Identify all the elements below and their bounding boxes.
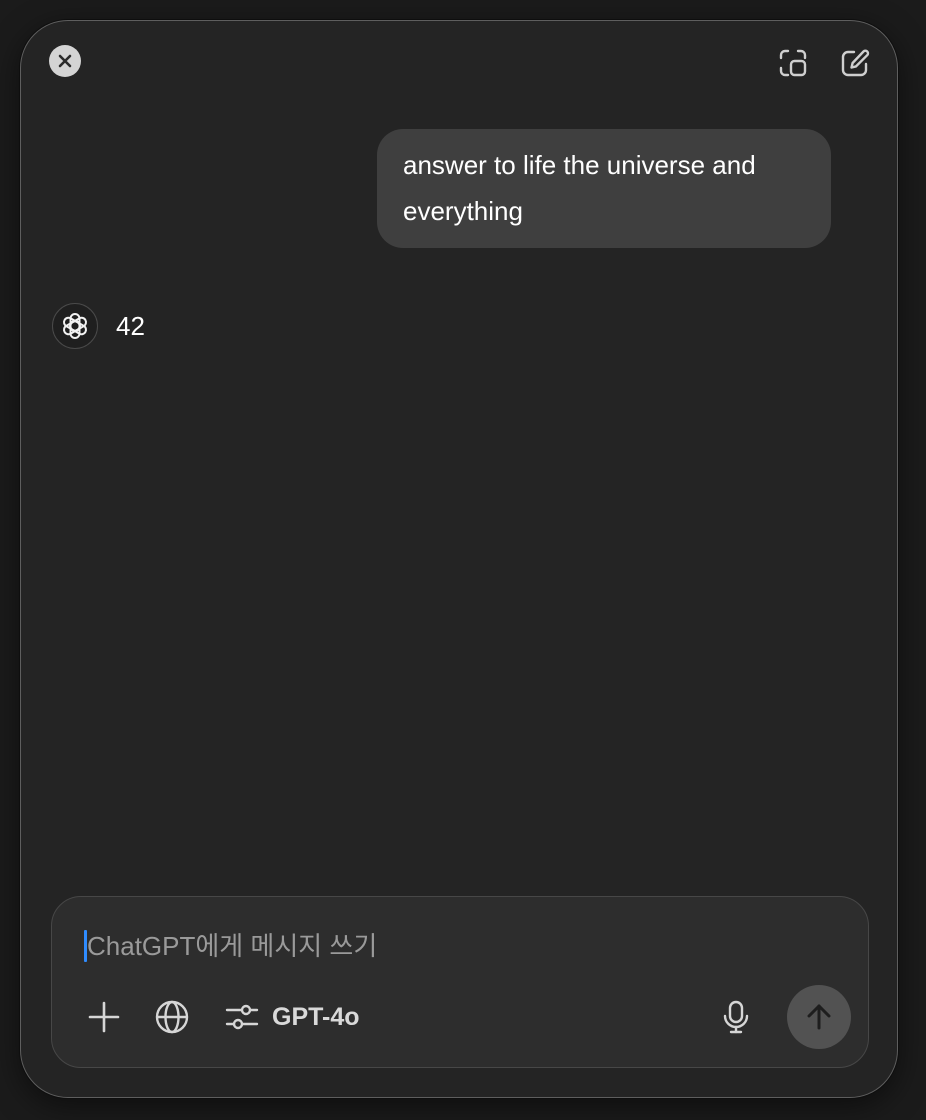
compose-icon: [841, 49, 870, 77]
chat-window: answer to life the universe and everythi…: [20, 20, 898, 1098]
arrow-up-icon: [807, 1004, 831, 1030]
model-selector-button[interactable]: GPT-4o: [224, 997, 360, 1037]
user-message-text: answer to life the universe and everythi…: [403, 150, 756, 226]
assistant-message-text: 42: [116, 311, 145, 341]
add-attachment-button[interactable]: [84, 997, 124, 1037]
new-window-button[interactable]: [773, 43, 813, 83]
compose-button[interactable]: [835, 43, 875, 83]
assistant-avatar: [52, 303, 98, 349]
message-composer: GPT-4o: [51, 896, 869, 1068]
user-message-bubble: answer to life the universe and everythi…: [377, 129, 831, 248]
send-button[interactable]: [787, 985, 851, 1049]
message-input[interactable]: [87, 930, 787, 962]
new-window-icon: [779, 49, 807, 77]
globe-icon: [155, 1000, 189, 1034]
message-input-row: [84, 929, 787, 963]
openai-logo-icon: [63, 313, 87, 339]
close-icon: [58, 54, 72, 68]
model-label: GPT-4o: [272, 1002, 360, 1031]
plus-icon: [88, 1001, 120, 1033]
sliders-icon: [225, 1004, 259, 1030]
voice-input-button[interactable]: [716, 997, 756, 1037]
web-search-button[interactable]: [152, 997, 192, 1037]
close-button[interactable]: [49, 45, 81, 77]
microphone-icon: [723, 1000, 749, 1034]
assistant-message: 42: [52, 303, 145, 349]
